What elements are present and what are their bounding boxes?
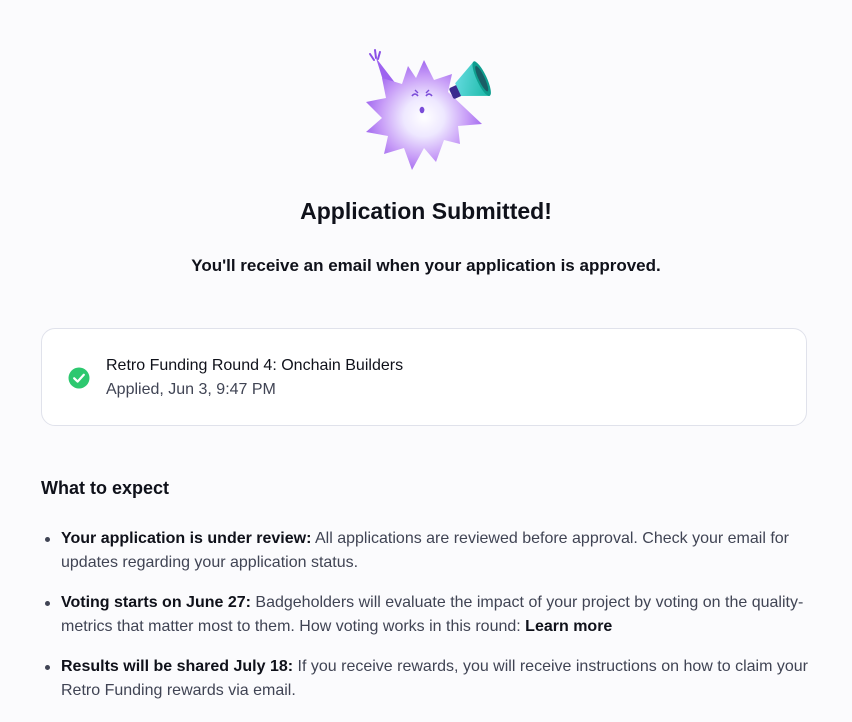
application-status-card: Retro Funding Round 4: Onchain Builders …	[41, 328, 807, 426]
page-title: Application Submitted!	[300, 198, 552, 224]
sunny-mascot-illustration	[366, 49, 491, 170]
check-circle-icon	[68, 367, 90, 389]
expectations-list: Your application is under review: All ap…	[41, 527, 811, 719]
learn-more-link[interactable]: Learn more	[525, 618, 612, 635]
list-item-voting: Voting starts on June 27: Badgeholders w…	[41, 591, 811, 639]
applied-timestamp: Applied, Jun 3, 9:47 PM	[106, 381, 276, 398]
funding-round-name: Retro Funding Round 4: Onchain Builders	[106, 357, 404, 374]
list-item-results: Results will be shared July 18: If you r…	[41, 655, 811, 703]
list-item-title: Results will be shared July 18:	[61, 658, 294, 675]
page-subtitle: You'll receive an email when your applic…	[191, 256, 661, 275]
list-item-review: Your application is under review: All ap…	[41, 527, 811, 575]
list-item-title: Your application is under review:	[61, 530, 312, 547]
application-submitted-page: Application Submitted! You'll receive an…	[0, 0, 852, 722]
what-to-expect-heading: What to expect	[41, 478, 170, 498]
list-item-title: Voting starts on June 27:	[61, 594, 251, 611]
